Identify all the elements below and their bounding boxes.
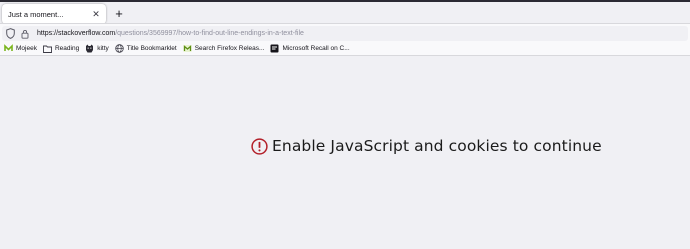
nav-bar: https://stackoverflow.com/questions/3569… xyxy=(0,23,690,42)
shield-icon[interactable] xyxy=(5,28,15,40)
url-path: /questions/3569997/how-to-find-out-line-… xyxy=(115,30,304,37)
mojeek-favicon-icon xyxy=(4,44,13,53)
kitty-favicon-icon xyxy=(85,44,94,53)
bookmark-label: Mojeek xyxy=(16,45,37,52)
bookmark-search-firefox-releases[interactable]: Search Firefox Releas... xyxy=(183,44,265,53)
bookmarks-toolbar: Mojeek Reading kitty Title Bookmarklet S… xyxy=(0,42,690,56)
tab-bar: Just a moment... ✕ + xyxy=(0,0,690,24)
page-content: Enable JavaScript and cookies to continu… xyxy=(0,57,690,249)
tab-title: Just a moment... xyxy=(8,9,64,19)
tab-just-a-moment[interactable]: Just a moment... ✕ xyxy=(2,4,106,24)
url-host: https://stackoverflow.com xyxy=(37,30,116,37)
url-text[interactable]: https://stackoverflow.com/questions/3569… xyxy=(37,30,304,37)
bookmark-mojeek[interactable]: Mojeek xyxy=(4,44,37,53)
tab-close-icon[interactable]: ✕ xyxy=(89,7,103,21)
article-favicon-icon xyxy=(270,44,279,53)
error-icon xyxy=(251,137,268,155)
bookmark-label: kitty xyxy=(97,45,109,52)
globe-icon xyxy=(115,44,124,53)
bookmark-label: Title Bookmarklet xyxy=(126,45,177,52)
bookmark-label: Search Firefox Releas... xyxy=(194,45,265,52)
lock-icon[interactable] xyxy=(21,28,29,40)
mozilla-favicon-icon xyxy=(183,44,192,53)
js-cookies-warning: Enable JavaScript and cookies to continu… xyxy=(251,137,602,155)
bookmark-label: Microsoft Recall on C... xyxy=(282,45,350,52)
folder-icon xyxy=(43,44,52,53)
url-bar[interactable]: https://stackoverflow.com/questions/3569… xyxy=(2,26,688,41)
new-tab-button[interactable]: + xyxy=(112,5,126,21)
warning-message: Enable JavaScript and cookies to continu… xyxy=(272,137,602,155)
bookmark-title-bookmarklet[interactable]: Title Bookmarklet xyxy=(115,44,177,53)
bookmark-kitty[interactable]: kitty xyxy=(85,44,109,53)
bookmark-reading[interactable]: Reading xyxy=(43,44,79,53)
bookmark-label: Reading xyxy=(54,45,80,52)
bookmark-microsoft-recall[interactable]: Microsoft Recall on C... xyxy=(270,44,350,53)
